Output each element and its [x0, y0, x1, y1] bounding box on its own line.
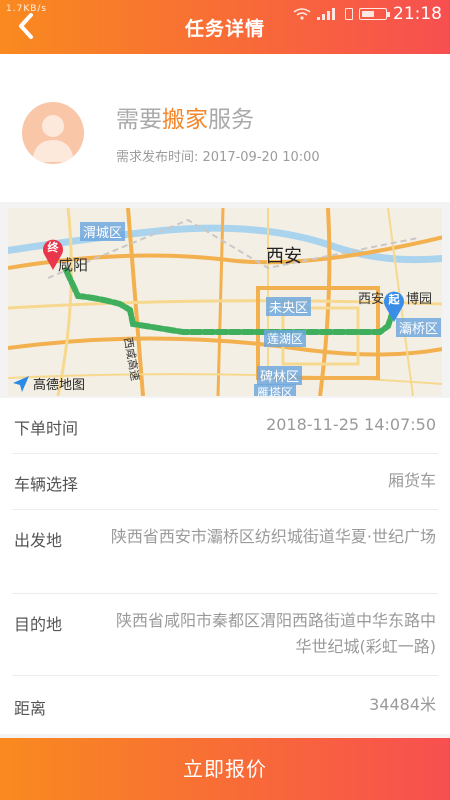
map-label-xian: 西安 — [266, 246, 302, 267]
user-avatar-icon — [32, 115, 74, 162]
map-label-weicheng: 渭城区 — [80, 222, 126, 241]
map-logo: 高德地图 — [12, 374, 85, 393]
vehicle-label: 车辆选择 — [14, 475, 79, 494]
route-map[interactable]: 渭城区 咸阳 西安 未央区 莲湖区 碑林区 雁塔区 西安 博园 灞桥区 西咸高速… — [8, 208, 442, 396]
end-pin-label: 终 — [47, 241, 59, 254]
start-pin-label: 起 — [388, 293, 400, 306]
destination-label: 目的地 — [14, 615, 63, 634]
distance-label: 距离 — [14, 699, 47, 718]
page-title: 任务详情 — [184, 18, 265, 40]
order-time-row: 下单时间 2018-11-25 14:07:50 — [12, 398, 438, 454]
vehicle-row: 车辆选择 厢货车 — [12, 454, 438, 510]
quote-now-button[interactable]: 立即报价 — [0, 738, 450, 800]
origin-row: 出发地 陕西省西安市灞桥区纺织城街道华夏·世纪广场 — [12, 510, 438, 594]
end-pin[interactable]: 终 — [41, 236, 65, 270]
distance-value: 34484米 — [369, 695, 436, 714]
navigation-arrow-icon — [13, 375, 29, 392]
service-title-prefix: 需要 — [116, 107, 162, 133]
map-label-beilin: 碑林区 — [257, 366, 303, 385]
service-title: 需要搬家服务 — [116, 100, 254, 134]
origin-label: 出发地 — [14, 531, 63, 550]
map-label-xiyan: 西安 — [358, 292, 385, 307]
avatar — [22, 102, 84, 164]
service-card: 需要搬家服务 需求发布时间: 2017-09-20 10:00 — [0, 54, 450, 202]
vehicle-value: 厢货车 — [387, 471, 436, 490]
destination-row: 目的地 陕西省咸阳市秦都区渭阳西路街道中华东路中华世纪城(彩虹一路) — [12, 594, 438, 676]
map-logo-text: 高德地图 — [33, 378, 86, 393]
order-detail-list: 下单时间 2018-11-25 14:07:50 车辆选择 厢货车 出发地 陕西… — [0, 398, 450, 734]
destination-value: 陕西省咸阳市秦都区渭阳西路街道中华东路中华世纪城(彩虹一路) — [115, 611, 436, 656]
start-pin[interactable]: 起 — [382, 288, 406, 322]
service-title-suffix: 服务 — [208, 107, 254, 133]
order-time-label: 下单时间 — [14, 419, 79, 438]
map-label-weiyang: 未央区 — [266, 297, 312, 316]
order-time-value: 2018-11-25 14:07:50 — [266, 415, 436, 434]
origin-value: 陕西省西安市灞桥区纺织城街道华夏·世纪广场 — [110, 527, 436, 546]
publish-time: 需求发布时间: 2017-09-20 10:00 — [116, 150, 320, 165]
map-label-bowuyuan: 博园 — [406, 292, 433, 307]
map-label-lianhu: 莲湖区 — [264, 330, 307, 347]
service-type-highlight: 搬家 — [162, 107, 208, 133]
map-label-yanta: 雁塔区 — [254, 384, 297, 396]
distance-row: 距离 34484米 — [12, 676, 438, 734]
header-bar: 1.7KB/s 21:18 任务详情 — [0, 0, 450, 54]
